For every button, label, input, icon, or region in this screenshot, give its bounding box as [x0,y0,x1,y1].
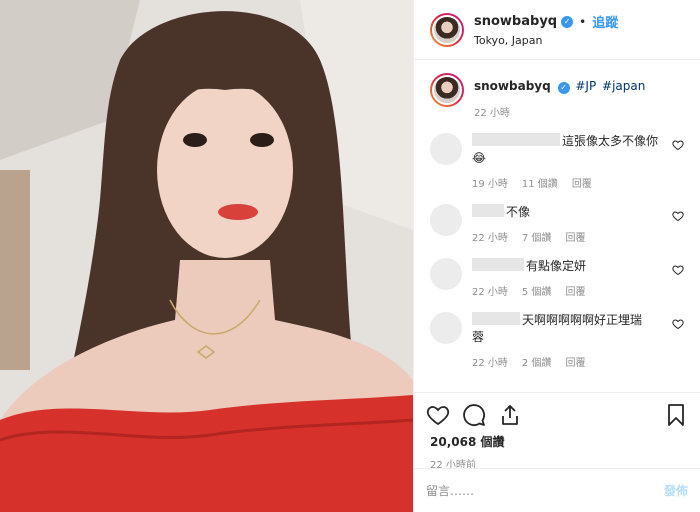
comment-likes[interactable]: 11 個讚 [522,175,558,190]
like-count[interactable]: 20,068 個讚 [426,433,688,450]
like-comment-heart-icon[interactable] [672,264,684,276]
comment-time: 22 小時 [472,286,508,298]
caption: snowbabyq ✓ #JP #japan 22 小時 [430,73,684,119]
caption-username[interactable]: snowbabyq [474,79,551,93]
laughing-emoji-icon: 😂 [472,150,487,165]
reply-button[interactable]: 回覆 [565,354,585,369]
header-username[interactable]: snowbabyq [474,14,557,29]
blurred-username [472,132,560,146]
like-comment-heart-icon[interactable] [672,318,684,330]
comments-section[interactable]: snowbabyq ✓ #JP #japan 22 小時 這張像太多不像你 😂 … [414,61,700,391]
location-link[interactable]: Tokyo, Japan [474,34,618,47]
separator-dot: • [579,14,587,29]
heart-icon[interactable] [426,403,450,427]
commenter-avatar[interactable] [430,311,462,344]
reply-button[interactable]: 回覆 [565,229,585,244]
hashtag-link[interactable]: #japan [602,79,645,93]
post-actions: 20,068 個讚 22 小時前 [414,392,700,471]
comment-item: 有點像定妍 22 小時 5 個讚 回覆 [430,257,684,298]
user-avatar[interactable] [430,12,464,47]
blurred-username [472,257,524,271]
comment-item: 這張像太多不像你 😂 19 小時 11 個讚 回覆 [430,132,684,190]
instagram-post: snowbabyq ✓ • 追蹤 Tokyo, Japan snowbabyq … [0,0,700,512]
verified-badge-icon: ✓ [557,81,570,94]
like-comment-heart-icon[interactable] [672,210,684,222]
caption-time: 22 小時 [474,107,510,119]
comment-text-continued: 蓉 [472,329,485,344]
comment-text: 有點像定妍 [526,258,587,273]
comment-time: 19 小時 [472,178,508,190]
comment-item: 不像 22 小時 7 個讚 回覆 [430,203,684,244]
reply-button[interactable]: 回覆 [572,175,592,190]
comment-input[interactable] [426,483,664,498]
add-comment-bar: 發佈 [414,468,700,512]
follow-button[interactable]: 追蹤 [592,12,618,31]
commenter-avatar[interactable] [430,257,462,290]
verified-badge-icon: ✓ [561,15,574,28]
share-icon[interactable] [498,403,522,427]
like-comment-heart-icon[interactable] [672,139,684,151]
post-photo[interactable] [0,0,413,512]
comment-likes[interactable]: 5 個讚 [522,283,552,298]
comment-time: 22 小時 [472,232,508,244]
selfie-illustration [0,0,413,512]
comment-time: 22 小時 [472,357,508,369]
caption-avatar[interactable] [430,73,464,107]
bookmark-icon[interactable] [664,403,688,427]
comment-text: 天啊啊啊啊啊好正埋瑞 [522,312,643,327]
commenter-avatar[interactable] [430,203,462,236]
reply-button[interactable]: 回覆 [565,283,585,298]
post-comment-button[interactable]: 發佈 [664,482,688,499]
post-header: snowbabyq ✓ • 追蹤 Tokyo, Japan [414,0,700,60]
commenter-avatar[interactable] [430,132,462,165]
blurred-username [472,311,520,325]
comment-text: 這張像太多不像你 [562,133,659,148]
comment-likes[interactable]: 2 個讚 [522,354,552,369]
comment-likes[interactable]: 7 個讚 [522,229,552,244]
comment-item: 天啊啊啊啊啊好正埋瑞 蓉 22 小時 2 個讚 回覆 [430,311,684,369]
hashtag-link[interactable]: #JP [575,79,596,93]
blurred-username [472,203,504,217]
comment-text: 不像 [506,204,531,219]
post-side-panel: snowbabyq ✓ • 追蹤 Tokyo, Japan snowbabyq … [413,0,700,512]
comment-icon[interactable] [462,403,486,427]
